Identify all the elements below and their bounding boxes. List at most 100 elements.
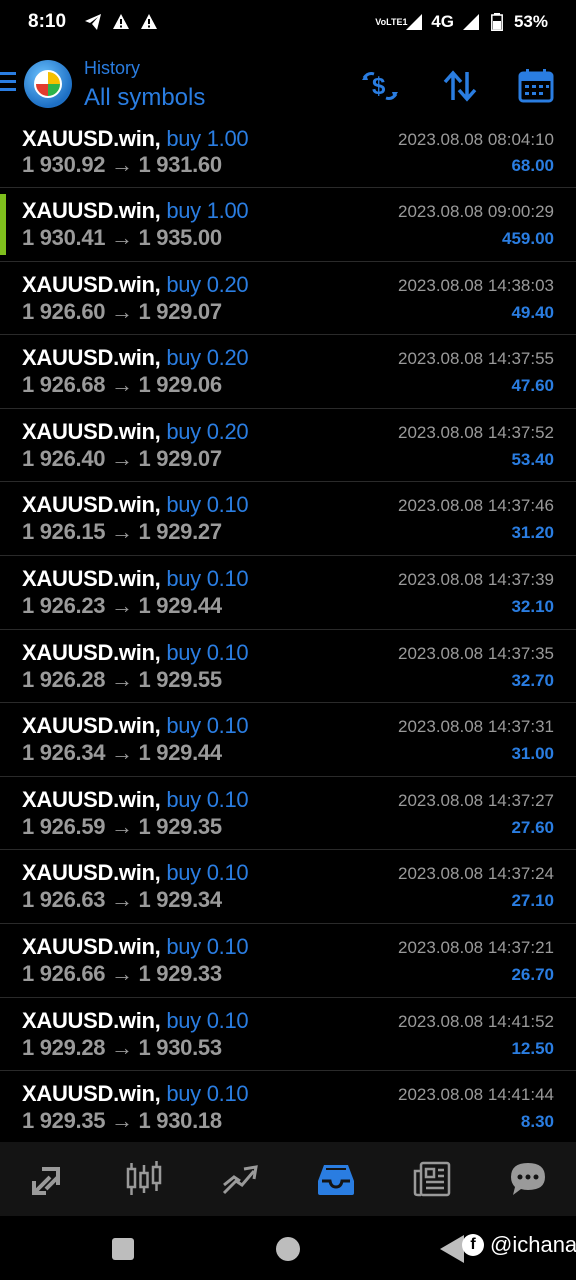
trade-profit: 27.10 [511, 891, 554, 911]
home-button[interactable] [276, 1237, 300, 1261]
trade-row[interactable]: XAUUSD.win, buy 1.00 1 930.92 → 1 931.60 2… [0, 124, 576, 188]
trade-profit: 31.20 [511, 523, 554, 543]
status-time: 8:10 [28, 11, 67, 32]
trade-side-volume: buy 0.10 [166, 492, 249, 518]
network-type: 4G [431, 12, 454, 31]
trade-row[interactable]: XAUUSD.win, buy 0.10 1 926.34 → 1 929.44 2… [0, 703, 576, 777]
history-icon[interactable] [306, 1149, 366, 1209]
hamburger-icon[interactable] [0, 72, 16, 92]
trade-symbol: XAUUSD.win, buy 1.00 [22, 126, 249, 151]
trade-prices: 1 930.92 → 1 931.60 [22, 152, 222, 177]
trade-symbol: XAUUSD.win, buy 0.10 [22, 713, 249, 739]
recents-button[interactable] [112, 1238, 134, 1260]
trade-profit: 32.70 [511, 670, 554, 690]
trade-row[interactable]: XAUUSD.win, buy 0.20 1 926.40 → 1 929.07 2… [0, 409, 576, 483]
trade-row[interactable]: XAUUSD.win, buy 0.10 1 926.15 → 1 929.27 2… [0, 482, 576, 556]
trade-time: 2023.08.08 14:38:03 [398, 275, 554, 295]
trade-row[interactable]: XAUUSD.win, buy 0.10 1 926.66 → 1 929.33 2… [0, 924, 576, 998]
trade-symbol: XAUUSD.win, buy 0.10 [22, 1007, 249, 1033]
trade-time: 2023.08.08 14:37:27 [398, 790, 554, 810]
bottom-nav [0, 1142, 576, 1216]
trade-row[interactable]: XAUUSD.win, buy 0.10 1 926.28 → 1 929.55 2… [0, 630, 576, 704]
trade-side-volume: buy 0.10 [166, 565, 249, 591]
trade-prices: 1 926.40 → 1 929.07 [22, 445, 222, 471]
trade-symbol: XAUUSD.win, buy 0.10 [22, 933, 249, 959]
watermark: f @ichana [462, 1232, 576, 1258]
news-icon[interactable] [402, 1149, 462, 1209]
trade-symbol: XAUUSD.win, buy 0.10 [22, 492, 249, 518]
status-bar: 8:10 VoLTE1 4G 53% [0, 0, 576, 44]
trade-profit: 27.60 [511, 817, 554, 837]
trade-symbol: XAUUSD.win, buy 0.20 [22, 345, 249, 371]
trade-side-volume: buy 1.00 [166, 126, 249, 151]
quotes-icon[interactable] [18, 1149, 78, 1209]
trade-prices: 1 929.35 → 1 930.18 [22, 1108, 222, 1134]
trade-prices: 1 926.23 → 1 929.44 [22, 592, 222, 618]
trade-profit: 459.00 [502, 229, 554, 248]
system-nav-bar: f @ichana [0, 1216, 576, 1280]
trade-time: 2023.08.08 08:04:10 [398, 130, 554, 149]
battery-icon [488, 13, 506, 31]
trade-row[interactable]: XAUUSD.win, buy 0.10 1 929.35 → 1 930.18 2… [0, 1071, 576, 1145]
trade-prices: 1 926.34 → 1 929.44 [22, 740, 222, 766]
trade-row[interactable]: XAUUSD.win, buy 0.10 1 926.23 → 1 929.44 2… [0, 556, 576, 630]
trade-time: 2023.08.08 14:37:24 [398, 864, 554, 884]
trade-icon[interactable] [210, 1149, 270, 1209]
telegram-icon [84, 13, 102, 31]
trade-profit: 12.50 [511, 1038, 554, 1058]
trade-time: 2023.08.08 14:37:21 [398, 937, 554, 957]
trade-symbol: XAUUSD.win, buy 0.10 [22, 565, 249, 591]
trade-symbol: XAUUSD.win, buy 0.10 [22, 860, 249, 886]
trade-row[interactable]: XAUUSD.win, buy 0.10 1 926.63 → 1 929.34 2… [0, 850, 576, 924]
trade-symbol: XAUUSD.win, buy 0.10 [22, 639, 249, 665]
trade-symbol: XAUUSD.win, buy 1.00 [22, 198, 249, 223]
trade-side-volume: buy 0.10 [166, 639, 249, 665]
battery-level: 53% [513, 12, 548, 31]
trade-row[interactable]: XAUUSD.win, buy 1.00 1 930.41 → 1 935.00 2… [0, 188, 576, 262]
trade-symbol: XAUUSD.win, buy 0.10 [22, 786, 249, 812]
trade-time: 2023.08.08 14:37:31 [398, 717, 554, 737]
chat-icon[interactable] [498, 1149, 558, 1209]
trade-row[interactable]: XAUUSD.win, buy 0.20 1 926.60 → 1 929.07 2… [0, 262, 576, 336]
trade-profit: 68.00 [511, 156, 554, 175]
trade-row[interactable]: XAUUSD.win, buy 0.20 1 926.68 → 1 929.06 2… [0, 335, 576, 409]
trade-prices: 1 926.66 → 1 929.33 [22, 960, 222, 986]
currency-exchange-icon[interactable]: $ [360, 66, 400, 106]
volte-icon: VoLTE1 [375, 16, 408, 27]
mt-logo-icon[interactable] [24, 60, 72, 108]
trade-side-volume: buy 0.10 [166, 1007, 249, 1033]
warning-icon [112, 13, 130, 31]
trade-prices: 1 926.15 → 1 929.27 [22, 519, 222, 545]
signal-icon [405, 13, 423, 31]
trade-profit: 31.00 [511, 744, 554, 764]
header-subtitle: History [84, 58, 141, 78]
trade-time: 2023.08.08 14:41:44 [398, 1085, 554, 1105]
trade-prices: 1 929.28 → 1 930.53 [22, 1034, 222, 1060]
trade-side-volume: buy 0.10 [166, 1081, 249, 1107]
trade-time: 2023.08.08 14:37:35 [398, 643, 554, 663]
trade-side-volume: buy 1.00 [166, 198, 249, 223]
trade-profit: 26.70 [511, 964, 554, 984]
trade-profit: 8.30 [520, 1112, 554, 1132]
facebook-icon: f [462, 1234, 484, 1256]
trade-history-list: XAUUSD.win, buy 1.00 1 930.92 → 1 931.60 2… [0, 124, 576, 1145]
trade-side-volume: buy 0.20 [166, 271, 249, 297]
trade-row[interactable]: XAUUSD.win, buy 0.10 1 929.28 → 1 930.53 2… [0, 998, 576, 1072]
trade-profit: 32.10 [511, 596, 554, 616]
trade-prices: 1 926.60 → 1 929.07 [22, 298, 222, 324]
trade-profit: 47.60 [511, 376, 554, 396]
system-indicators: VoLTE1 4G 53% [375, 12, 548, 32]
page-title[interactable]: All symbols [84, 84, 205, 112]
svg-text:$: $ [372, 73, 386, 100]
app-header: History All symbols $ [0, 50, 576, 120]
back-button[interactable] [440, 1235, 464, 1263]
trade-row[interactable]: XAUUSD.win, buy 0.10 1 926.59 → 1 929.35 2… [0, 777, 576, 851]
sort-icon[interactable] [440, 66, 480, 106]
chart-icon[interactable] [114, 1149, 174, 1209]
trade-side-volume: buy 0.10 [166, 860, 249, 886]
calendar-icon[interactable] [516, 66, 556, 106]
trade-time: 2023.08.08 09:00:29 [398, 202, 554, 221]
warning-icon [140, 13, 158, 31]
signal-icon [462, 13, 480, 31]
trade-prices: 1 926.68 → 1 929.06 [22, 372, 222, 398]
